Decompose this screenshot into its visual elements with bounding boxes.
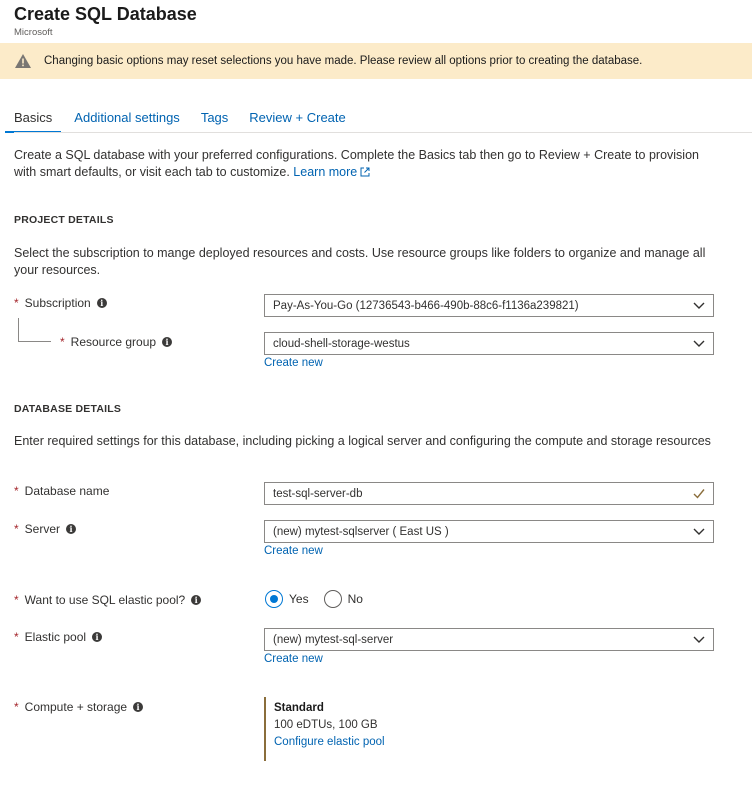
info-icon[interactable]: i bbox=[66, 524, 77, 534]
external-link-icon bbox=[360, 165, 370, 182]
info-icon[interactable]: i bbox=[133, 702, 144, 712]
database-name-label: * Database name bbox=[14, 484, 109, 498]
compute-tier: Standard bbox=[274, 702, 324, 714]
tab-tags[interactable]: Tags bbox=[201, 108, 228, 133]
elastic-pool-no-label[interactable]: No bbox=[348, 592, 363, 606]
checkmark-icon bbox=[693, 488, 705, 502]
tab-divider bbox=[14, 132, 752, 133]
elastic-pool-question-text: Want to use SQL elastic pool? bbox=[24, 593, 186, 607]
warning-text: Changing basic options may reset selecti… bbox=[44, 55, 643, 67]
required-marker: * bbox=[14, 700, 19, 714]
subscription-label-text: Subscription bbox=[24, 296, 91, 310]
elastic-pool-no-radio[interactable] bbox=[323, 590, 342, 608]
intro-paragraph: Create a SQL database with your preferre… bbox=[14, 147, 714, 182]
elastic-pool-yes-radio[interactable] bbox=[265, 590, 283, 608]
resource-group-dropdown[interactable]: cloud-shell-storage-westus bbox=[264, 332, 714, 355]
tab-bar: Basics Additional settings Tags Review +… bbox=[5, 108, 367, 133]
database-name-label-text: Database name bbox=[24, 484, 110, 498]
info-icon[interactable]: i bbox=[96, 298, 107, 308]
database-name-value: test-sql-server-db bbox=[273, 487, 363, 500]
elastic-pool-create-new-link[interactable]: Create new bbox=[264, 653, 323, 665]
info-icon[interactable]: i bbox=[162, 337, 173, 347]
info-icon[interactable]: i bbox=[92, 632, 103, 642]
chevron-down-icon bbox=[693, 527, 705, 539]
compute-storage-label: * Compute + storage i bbox=[14, 700, 144, 714]
elastic-pool-question-label: * Want to use SQL elastic pool? i bbox=[14, 593, 202, 607]
subscription-label: * Subscription i bbox=[14, 296, 107, 310]
resource-group-value: cloud-shell-storage-westus bbox=[273, 337, 410, 350]
page-title: Create SQL Database bbox=[14, 4, 197, 24]
compute-storage-label-text: Compute + storage bbox=[24, 700, 128, 714]
database-name-input[interactable]: test-sql-server-db bbox=[264, 482, 714, 505]
resource-group-label: * Resource group i bbox=[60, 335, 173, 349]
server-label: * Server i bbox=[14, 522, 77, 536]
elastic-pool-label-text: Elastic pool bbox=[24, 630, 87, 644]
elastic-pool-radio-group: Yes No bbox=[265, 590, 363, 608]
compute-storage-summary: Standard 100 eDTUs, 100 GB Configure ela… bbox=[264, 697, 385, 761]
tab-additional-settings[interactable]: Additional settings bbox=[74, 108, 180, 133]
learn-more-link[interactable]: Learn more bbox=[293, 165, 357, 179]
required-marker: * bbox=[14, 593, 19, 607]
elastic-pool-value: (new) mytest-sql-server bbox=[273, 633, 394, 646]
elastic-pool-dropdown[interactable]: (new) mytest-sql-server bbox=[264, 628, 714, 651]
required-marker: * bbox=[14, 484, 19, 498]
resource-group-create-new-link[interactable]: Create new bbox=[264, 357, 323, 369]
required-marker: * bbox=[60, 335, 65, 349]
configure-elastic-pool-link[interactable]: Configure elastic pool bbox=[274, 736, 385, 748]
project-description: Select the subscription to mange deploye… bbox=[14, 246, 706, 277]
page-subtitle: Microsoft bbox=[14, 27, 53, 38]
resource-group-label-text: Resource group bbox=[70, 335, 157, 349]
subscription-value: Pay-As-You-Go (12736543-b466-490b-88c6-f… bbox=[273, 299, 579, 312]
tab-basics[interactable]: Basics bbox=[5, 108, 62, 133]
server-value: (new) mytest-sqlserver ( East US ) bbox=[273, 525, 449, 538]
tree-connector bbox=[18, 318, 51, 342]
tab-review-create[interactable]: Review + Create bbox=[249, 108, 345, 133]
elastic-pool-yes-label[interactable]: Yes bbox=[289, 592, 309, 606]
database-details-heading: DATABASE DETAILS bbox=[14, 403, 122, 415]
server-create-new-link[interactable]: Create new bbox=[264, 545, 323, 557]
required-marker: * bbox=[14, 522, 19, 536]
compute-spec: 100 eDTUs, 100 GB bbox=[274, 719, 378, 731]
elastic-pool-label: * Elastic pool i bbox=[14, 630, 103, 644]
warning-icon bbox=[14, 53, 32, 69]
chevron-down-icon bbox=[693, 635, 705, 647]
chevron-down-icon bbox=[693, 339, 705, 351]
server-label-text: Server bbox=[24, 522, 61, 536]
required-marker: * bbox=[14, 630, 19, 644]
server-dropdown[interactable]: (new) mytest-sqlserver ( East US ) bbox=[264, 520, 714, 543]
database-description: Enter required settings for this databas… bbox=[14, 434, 711, 448]
info-icon[interactable]: i bbox=[191, 595, 202, 605]
warning-banner: Changing basic options may reset selecti… bbox=[0, 43, 752, 79]
project-details-heading: PROJECT DETAILS bbox=[14, 214, 114, 226]
chevron-down-icon bbox=[693, 301, 705, 313]
subscription-dropdown[interactable]: Pay-As-You-Go (12736543-b466-490b-88c6-f… bbox=[264, 294, 714, 317]
required-marker: * bbox=[14, 296, 19, 310]
